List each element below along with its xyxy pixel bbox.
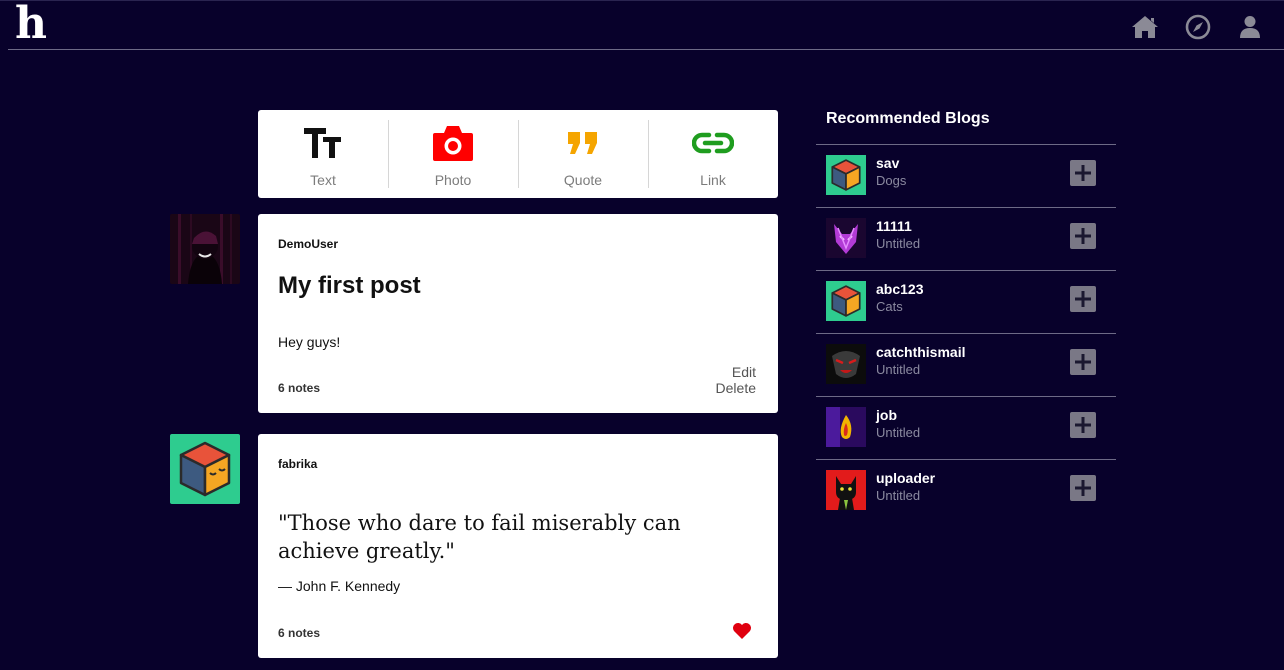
compose-quote-button[interactable]: Quote <box>518 110 648 198</box>
plus-icon <box>1075 291 1091 307</box>
compass-icon[interactable] <box>1184 13 1212 41</box>
blog-subtitle: Cats <box>876 299 903 314</box>
compose-photo-button[interactable]: Photo <box>388 110 518 198</box>
post-composer: Text Photo Quote Link <box>258 110 778 198</box>
home-icon[interactable] <box>1131 13 1159 41</box>
follow-blog-button[interactable] <box>1070 349 1096 375</box>
post-author-avatar[interactable] <box>170 434 240 504</box>
follow-blog-button[interactable] <box>1070 286 1096 312</box>
plus-icon <box>1075 354 1091 370</box>
plus-icon <box>1075 228 1091 244</box>
post-author-avatar[interactable] <box>170 214 240 284</box>
recommended-blog-item: abc123 Cats <box>816 270 1116 333</box>
blog-avatar[interactable] <box>826 218 866 258</box>
compose-link-label: Link <box>700 172 726 188</box>
link-icon <box>692 124 734 162</box>
blog-avatar[interactable] <box>826 470 866 510</box>
blog-subtitle: Dogs <box>876 173 907 188</box>
quote-text: "Those who dare to fail miserably can ac… <box>278 511 681 563</box>
blog-avatar[interactable] <box>826 407 866 447</box>
follow-blog-button[interactable] <box>1070 475 1096 501</box>
recommended-blogs-title: Recommended Blogs <box>826 110 990 127</box>
edit-button[interactable]: Edit <box>732 364 756 380</box>
quote-source: — John F. Kennedy <box>278 578 401 594</box>
plus-icon <box>1075 480 1091 496</box>
post-notes-count[interactable]: 6 notes <box>278 626 320 640</box>
blog-subtitle: Untitled <box>876 425 921 440</box>
user-icon[interactable] <box>1236 13 1264 41</box>
follow-blog-button[interactable] <box>1070 160 1096 186</box>
site-logo[interactable]: h <box>15 2 47 46</box>
blog-subtitle: Untitled <box>876 488 921 503</box>
quote-icon <box>567 124 599 162</box>
blog-name[interactable]: uploader <box>876 470 935 486</box>
recommended-blog-item: catchthismail Untitled <box>816 333 1116 396</box>
blog-name[interactable]: catchthismail <box>876 344 965 360</box>
follow-blog-button[interactable] <box>1070 223 1096 249</box>
plus-icon <box>1075 417 1091 433</box>
post-username[interactable]: fabrika <box>278 457 317 471</box>
delete-button[interactable]: Delete <box>716 380 756 396</box>
post-username[interactable]: DemoUser <box>278 237 338 251</box>
post-body: Hey guys! <box>278 334 341 350</box>
top-bar-divider <box>8 49 1284 50</box>
recommended-blog-item: sav Dogs <box>816 144 1116 207</box>
camera-icon <box>432 124 474 162</box>
recommended-blog-item: 11111 Untitled <box>816 207 1116 270</box>
blog-name[interactable]: 11111 <box>876 218 912 234</box>
blog-avatar[interactable] <box>826 344 866 384</box>
post-notes-count[interactable]: 6 notes <box>278 381 320 395</box>
compose-text-label: Text <box>310 172 336 188</box>
compose-text-button[interactable]: Text <box>258 110 388 198</box>
compose-link-button[interactable]: Link <box>648 110 778 198</box>
plus-icon <box>1075 165 1091 181</box>
follow-blog-button[interactable] <box>1070 412 1096 438</box>
recommended-blogs-list: sav Dogs 11111 Untitled abc123 Cats catc… <box>816 144 1116 522</box>
post-card: fabrika "Those who dare to fail miserabl… <box>258 434 778 658</box>
blog-name[interactable]: sav <box>876 155 899 171</box>
blog-avatar[interactable] <box>826 281 866 321</box>
blog-subtitle: Untitled <box>876 362 921 377</box>
post-card: DemoUser My first post Hey guys! Edit De… <box>258 214 778 413</box>
heart-icon[interactable] <box>732 622 752 640</box>
text-icon <box>303 124 343 162</box>
post-title: My first post <box>278 272 421 299</box>
recommended-blog-item: uploader Untitled <box>816 459 1116 522</box>
compose-quote-label: Quote <box>563 172 603 188</box>
top-bar: h <box>0 0 1284 50</box>
compose-photo-label: Photo <box>434 172 472 188</box>
recommended-blog-item: job Untitled <box>816 396 1116 459</box>
blog-name[interactable]: job <box>876 407 897 423</box>
blog-subtitle: Untitled <box>876 236 921 251</box>
blog-name[interactable]: abc123 <box>876 281 923 297</box>
blog-avatar[interactable] <box>826 155 866 195</box>
